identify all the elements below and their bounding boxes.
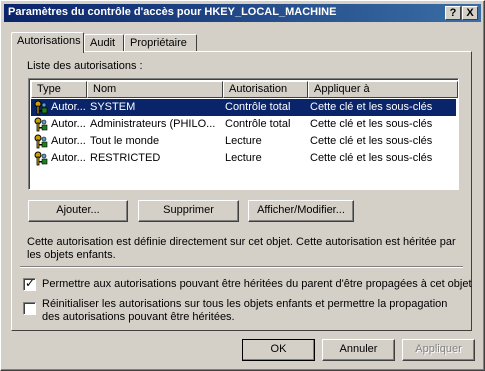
table-row[interactable]: Autor... SYSTEM Contrôle total Cette clé… <box>31 99 456 116</box>
reset-label[interactable]: Réinitialiser les autorisations sur tous… <box>42 298 462 324</box>
inherit-label[interactable]: Permettre aux autorisations pouvant être… <box>42 278 472 290</box>
help-button[interactable]: ? <box>445 6 461 20</box>
ok-button[interactable]: OK <box>242 339 315 361</box>
key-user-icon <box>34 100 48 115</box>
window-title: Paramètres du contrôle d'accès pour HKEY… <box>8 6 337 18</box>
tab-autorisations[interactable]: Autorisations <box>11 32 84 53</box>
table-row[interactable]: Autor... RESTRICTED Lecture Cette clé et… <box>31 150 456 167</box>
row-type: Autor... <box>51 152 85 164</box>
permission-list-label: Liste des autorisations : <box>27 60 143 72</box>
row-name: RESTRICTED <box>90 152 161 164</box>
row-name: Tout le monde <box>90 135 160 147</box>
reset-checkbox[interactable] <box>23 302 36 315</box>
tab-proprietaire[interactable]: Propriétaire <box>124 34 197 52</box>
row-name: Administrateurs (PHILO... <box>90 118 216 130</box>
key-user-icon <box>34 134 48 149</box>
row-type: Autor... <box>51 118 85 130</box>
title-bar[interactable]: Paramètres du contrôle d'accès pour HKEY… <box>4 4 481 22</box>
tab-panel-autorisations: Liste des autorisations : Type Nom Autor… <box>11 51 472 331</box>
row-permission: Lecture <box>225 135 262 147</box>
add-button[interactable]: Ajouter... <box>28 200 128 222</box>
view-edit-button[interactable]: Afficher/Modifier... <box>248 200 354 222</box>
tab-audit[interactable]: Audit <box>84 34 124 52</box>
remove-button[interactable]: Supprimer <box>138 200 239 222</box>
row-permission: Contrôle total <box>225 101 291 113</box>
list-header: Type Nom Autorisation Appliquer à <box>31 81 458 98</box>
row-applies-to: Cette clé et les sous-clés <box>310 135 433 147</box>
separator <box>20 266 463 268</box>
key-user-icon <box>34 151 48 166</box>
permission-description: Cette autorisation est définie directeme… <box>27 236 456 261</box>
row-permission: Contrôle total <box>225 118 291 130</box>
permissions-list[interactable]: Type Nom Autorisation Appliquer à Autor.… <box>28 78 459 190</box>
close-button[interactable]: X <box>462 6 478 20</box>
inherit-checkbox[interactable]: ✓ <box>23 276 36 291</box>
row-type: Autor... <box>51 101 85 113</box>
key-user-icon <box>34 117 48 132</box>
row-applies-to: Cette clé et les sous-clés <box>310 152 433 164</box>
row-type: Autor... <box>51 135 85 147</box>
row-permission: Lecture <box>225 152 262 164</box>
access-control-dialog: Paramètres du contrôle d'accès pour HKEY… <box>0 0 485 371</box>
apply-button[interactable]: Appliquer <box>402 339 475 361</box>
row-name: SYSTEM <box>90 101 136 113</box>
column-header-autorisation[interactable]: Autorisation <box>223 81 308 98</box>
row-applies-to: Cette clé et les sous-clés <box>310 118 433 130</box>
table-row[interactable]: Autor... Tout le monde Lecture Cette clé… <box>31 133 456 150</box>
column-header-type[interactable]: Type <box>31 81 87 98</box>
column-header-nom[interactable]: Nom <box>87 81 223 98</box>
cancel-button[interactable]: Annuler <box>322 339 395 361</box>
row-applies-to: Cette clé et les sous-clés <box>310 101 433 113</box>
checkmark-icon: ✓ <box>25 276 36 290</box>
column-header-appliquer[interactable]: Appliquer à <box>308 81 458 98</box>
table-row[interactable]: Autor... Administrateurs (PHILO... Contr… <box>31 116 456 133</box>
